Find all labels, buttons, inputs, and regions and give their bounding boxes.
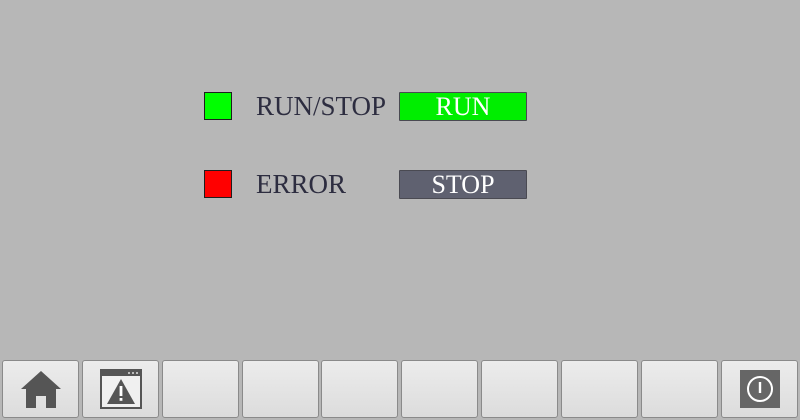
power-icon: [739, 369, 781, 409]
function-key-7[interactable]: [481, 360, 558, 418]
run-stop-label: RUN/STOP: [256, 91, 387, 121]
function-key-8[interactable]: [561, 360, 638, 418]
run-stop-state-button[interactable]: RUN: [399, 92, 527, 121]
power-button[interactable]: [721, 360, 798, 418]
run-stop-indicator: [204, 92, 232, 120]
home-button[interactable]: [2, 360, 79, 418]
alarm-window-button[interactable]: [82, 360, 159, 418]
function-key-bar: [0, 360, 800, 420]
function-key-4[interactable]: [242, 360, 319, 418]
function-key-9[interactable]: [641, 360, 718, 418]
error-indicator: [204, 170, 232, 198]
alarm-window-icon: [99, 368, 143, 410]
function-key-5[interactable]: [321, 360, 398, 418]
function-key-6[interactable]: [401, 360, 478, 418]
function-key-3[interactable]: [162, 360, 239, 418]
error-state-button[interactable]: STOP: [399, 170, 527, 199]
home-icon: [19, 368, 63, 410]
error-label: ERROR: [256, 169, 347, 199]
